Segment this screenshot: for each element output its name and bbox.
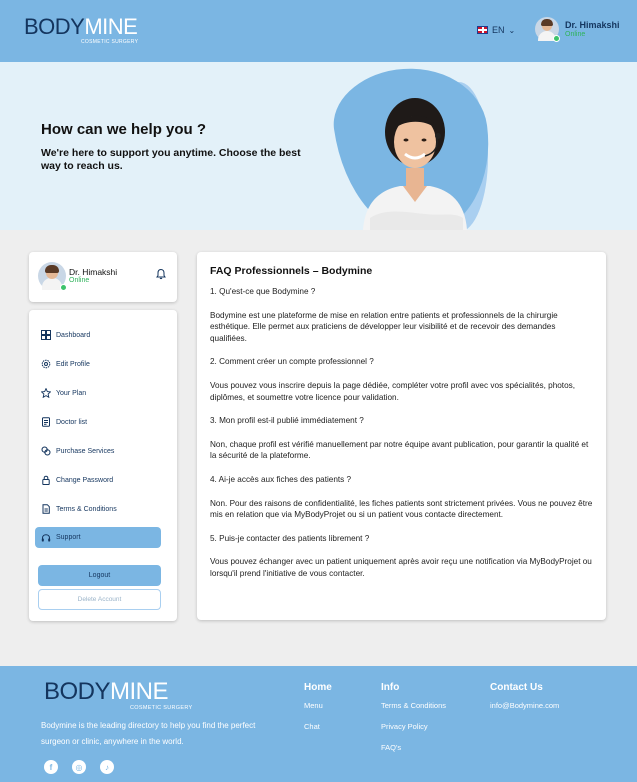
- sidebar-item-label: Dashboard: [56, 331, 91, 339]
- document-icon: [42, 504, 50, 514]
- sidebar-item-dashboard[interactable]: Dashboard: [39, 325, 162, 345]
- sidebar-menu: Dashboard Edit Profile Your Plan Doctor …: [29, 310, 177, 621]
- purchase-icon: [41, 446, 51, 456]
- footer-col-info: Info Terms & Conditions Privacy Policy F…: [381, 682, 446, 764]
- faq-question: 5. Puis-je contacter des patients librem…: [210, 533, 370, 543]
- instagram-icon[interactable]: ◎: [72, 760, 86, 774]
- footer-link-faq[interactable]: FAQ's: [381, 743, 446, 753]
- support-agent-image: [363, 98, 467, 230]
- sidebar-item-label: Your Plan: [56, 389, 87, 397]
- sidebar-item-support[interactable]: Support: [35, 527, 161, 548]
- footer-link-terms[interactable]: Terms & Conditions: [381, 701, 446, 711]
- footer-link-menu[interactable]: Menu: [304, 701, 332, 711]
- sidebar-user-card: Dr. Himakshi Online: [29, 252, 177, 302]
- facebook-icon[interactable]: f: [44, 760, 58, 774]
- chevron-down-icon: ⌄: [508, 25, 516, 35]
- faq-title: FAQ Professionnels – Bodymine: [210, 265, 373, 277]
- faq-answer: Vous pouvez vous inscrire depuis la page…: [210, 380, 576, 402]
- avatar: [38, 262, 67, 291]
- delete-account-button[interactable]: Delete Account: [38, 589, 161, 610]
- support-hero: How can we help you ? We're here to supp…: [0, 62, 637, 230]
- tiktok-icon[interactable]: ♪: [100, 760, 114, 774]
- sidebar-item-your-plan[interactable]: Your Plan: [39, 383, 162, 403]
- header-user-name: Dr. Himakshi: [565, 19, 620, 30]
- sidebar-item-label: Purchase Services: [56, 447, 115, 455]
- footer-col-home: Home Menu Chat: [304, 682, 332, 743]
- sidebar-item-change-password[interactable]: Change Password: [39, 470, 162, 490]
- headset-icon: [41, 533, 51, 541]
- sidebar-item-terms[interactable]: Terms & Conditions: [39, 499, 162, 519]
- footer-heading: Info: [381, 682, 400, 693]
- faq-answer: Vous pouvez échanger avec un patient uni…: [210, 557, 592, 578]
- online-indicator: [60, 284, 67, 291]
- bell-icon[interactable]: [155, 268, 167, 280]
- sidebar-item-label: Change Password: [56, 476, 114, 484]
- sidebar-item-edit-profile[interactable]: Edit Profile: [39, 354, 162, 374]
- hero-title: How can we help you ?: [41, 121, 207, 138]
- header-user-menu[interactable]: Dr. Himakshi Online: [535, 17, 620, 42]
- sidebar-item-label: Support: [56, 534, 81, 541]
- footer-heading: Home: [304, 682, 332, 693]
- sidebar-user-name: Dr. Himakshi: [69, 267, 118, 277]
- footer-description: Bodymine is the leading directory to hel…: [41, 721, 256, 746]
- footer-link-chat[interactable]: Chat: [304, 722, 332, 732]
- faq-answer: Non, chaque profil est vérifié manuellem…: [210, 439, 589, 461]
- sidebar-item-label: Doctor list: [56, 418, 88, 426]
- header-user-status: Online: [565, 30, 586, 38]
- faq-answer: Non. Pour des raisons de confidentialité…: [210, 498, 593, 520]
- brand-logo[interactable]: BODYMINE COSMETIC SURGERY: [24, 16, 138, 46]
- hero-subtitle: We're here to support you anytime. Choos…: [41, 147, 301, 172]
- uk-flag-icon: [477, 26, 488, 34]
- avatar: [535, 17, 560, 42]
- gear-icon: [41, 359, 51, 369]
- dashboard-icon: [41, 330, 51, 340]
- faq-question: 4. Ai-je accès aux fiches des patients ?: [210, 474, 352, 484]
- footer-col-contact: Contact Us info@Bodymine.com: [490, 682, 559, 722]
- sidebar-item-label: Edit Profile: [56, 360, 90, 368]
- footer-logo[interactable]: BODYMINE COSMETIC SURGERY: [44, 680, 192, 712]
- star-icon: [41, 388, 51, 398]
- lock-icon: [42, 475, 50, 485]
- faq-question: 2. Comment créer un compte professionnel…: [210, 357, 374, 367]
- footer-heading: Contact Us: [490, 682, 543, 693]
- top-header: BODYMINE COSMETIC SURGERY EN ⌄ Dr. Himak…: [0, 0, 637, 62]
- footer: BODYMINE COSMETIC SURGERY Bodymine is th…: [0, 666, 637, 782]
- faq-question: 1. Qu'est-ce que Bodymine ?: [210, 287, 316, 296]
- sidebar-item-label: Terms & Conditions: [56, 505, 117, 513]
- logout-button[interactable]: Logout: [38, 565, 161, 586]
- sidebar-item-purchase-services[interactable]: Purchase Services: [39, 441, 162, 461]
- doctor-list-icon: [42, 417, 50, 427]
- footer-contact-email[interactable]: info@Bodymine.com: [490, 701, 559, 711]
- faq-question: 3. Mon profil est-il publié immédiatemen…: [210, 416, 364, 426]
- language-selector[interactable]: EN ⌄: [477, 25, 515, 35]
- faq-card: FAQ Professionnels – Bodymine 1. Qu'est-…: [197, 252, 606, 620]
- sidebar-item-doctor-list[interactable]: Doctor list: [39, 412, 162, 432]
- footer-link-privacy[interactable]: Privacy Policy: [381, 722, 446, 732]
- language-label: EN: [492, 25, 505, 35]
- sidebar-user-status: Online: [69, 277, 90, 284]
- online-indicator: [553, 35, 560, 42]
- faq-answer: Bodymine est une plateforme de mise en r…: [210, 310, 558, 343]
